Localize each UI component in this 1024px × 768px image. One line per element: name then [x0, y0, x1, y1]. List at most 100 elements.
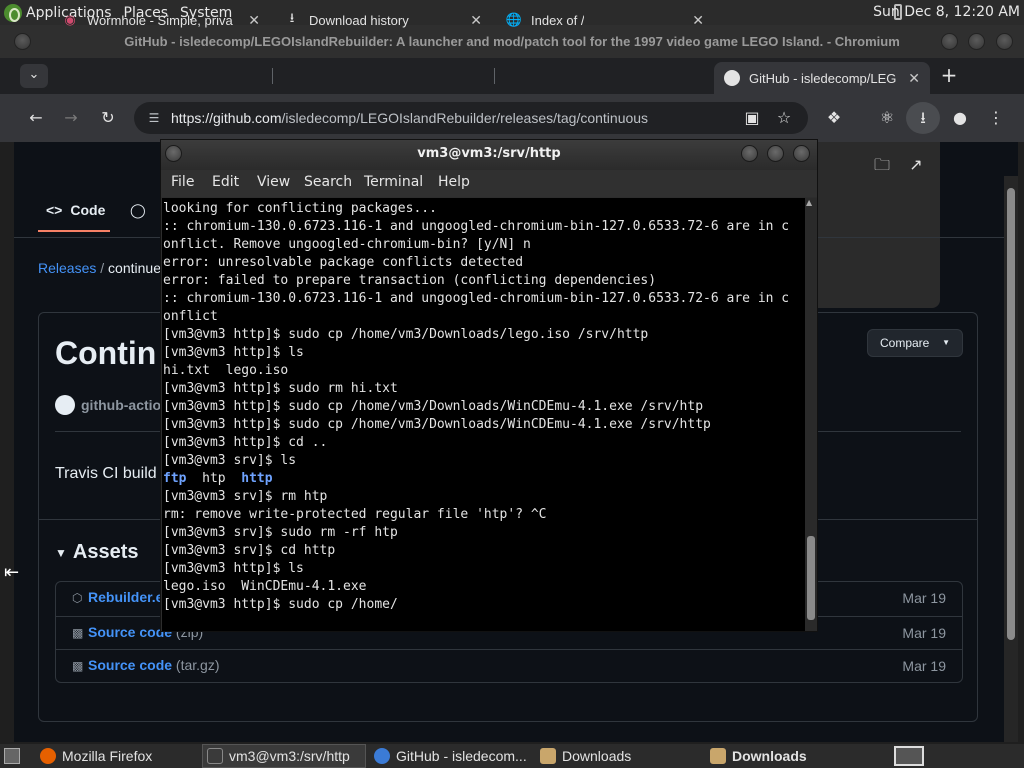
- tab-separator: [494, 68, 495, 84]
- terminal-maximize-button[interactable]: [767, 145, 784, 162]
- site-info-icon[interactable]: ☰: [146, 110, 162, 126]
- task-terminal[interactable]: vm3@vm3:/srv/http: [202, 744, 366, 768]
- show-desktop-icon[interactable]: [4, 748, 20, 764]
- window-menu-button[interactable]: [14, 33, 31, 50]
- bookmark-star-icon[interactable]: ☆: [772, 106, 796, 130]
- labs-flask-icon[interactable]: ⚛: [875, 106, 899, 130]
- tab-download-history[interactable]: ⭳ Download history ✕: [274, 4, 492, 36]
- menu-edit[interactable]: Edit: [212, 174, 239, 190]
- workspace-switcher[interactable]: [894, 746, 924, 766]
- page-scrollbar[interactable]: [1004, 176, 1018, 742]
- taskbar: Mozilla Firefox vm3@vm3:/srv/http GitHub…: [0, 744, 1024, 768]
- breadcrumb-releases-link[interactable]: Releases: [38, 260, 96, 276]
- task-firefox[interactable]: Mozilla Firefox: [36, 744, 198, 768]
- tab-label: GitHub - isledecomp/LEG: [749, 70, 897, 86]
- tab-github[interactable]: GitHub - isledecomp/LEG ✕: [714, 62, 930, 94]
- triangle-down-icon: ▼: [55, 545, 67, 560]
- wormhole-icon: ◉: [64, 12, 76, 27]
- tab-label: Download history: [309, 12, 409, 28]
- resize-cursor-icon: ⇤: [4, 562, 20, 583]
- chromium-icon: [374, 748, 390, 764]
- tab-issues[interactable]: ◯: [130, 202, 146, 219]
- asset-suffix: (tar.gz): [175, 657, 220, 673]
- assets-title: Assets: [72, 541, 139, 563]
- compare-button[interactable]: Compare ▼: [867, 329, 963, 357]
- address-bar[interactable]: https://github.com/isledecomp/LEGOIsland…: [134, 102, 808, 134]
- asset-link[interactable]: Rebuilder.e: [88, 589, 163, 605]
- close-tab-icon[interactable]: ✕: [908, 70, 920, 87]
- task-downloads-2[interactable]: Downloads: [706, 744, 874, 768]
- extensions-icon[interactable]: ❖: [822, 106, 846, 130]
- terminal-menu-button[interactable]: [165, 145, 182, 162]
- scroll-up-icon[interactable]: ▲: [806, 198, 812, 207]
- asset-link[interactable]: Source code (tar.gz): [88, 657, 220, 673]
- terminal-output[interactable]: looking for conflicting packages...:: ch…: [162, 198, 805, 631]
- tab-label: Wormhole - Simple, priva: [87, 12, 233, 28]
- terminal-line: [vm3@vm3 http]$ sudo rm hi.txt: [163, 381, 398, 396]
- compare-label: Compare: [880, 336, 930, 350]
- terminal-line: :: chromium-130.0.6723.116-1 and ungoogl…: [163, 219, 790, 234]
- terminal-scroll-thumb[interactable]: [807, 536, 815, 620]
- release-author[interactable]: github-actio: [55, 395, 161, 415]
- downloads-icon[interactable]: ⭳: [906, 102, 940, 134]
- release-title: Contin: [55, 335, 157, 371]
- assets-toggle[interactable]: ▼ Assets: [55, 541, 139, 564]
- close-tab-icon[interactable]: ✕: [248, 12, 260, 29]
- clock[interactable]: Sun Dec 8, 12:20 AM: [873, 0, 1020, 25]
- close-tab-icon[interactable]: ✕: [692, 12, 704, 29]
- tab-label: Index of /: [531, 12, 585, 28]
- tab-index-of[interactable]: 🌐 Index of / ✕: [496, 4, 714, 36]
- asset-name: Source code: [88, 657, 173, 673]
- terminal-line: [vm3@vm3 srv]$ rm htp: [163, 489, 328, 504]
- folder-icon[interactable]: 🗀: [870, 154, 894, 178]
- maximize-button[interactable]: [968, 33, 985, 50]
- folder-icon: [540, 748, 556, 764]
- author-name: github-actio: [81, 397, 162, 413]
- menu-search[interactable]: Search: [304, 174, 352, 190]
- terminal-window: vm3@vm3:/srv/http File Edit View Search …: [160, 139, 818, 632]
- install-app-icon[interactable]: ▣: [740, 106, 764, 130]
- package-icon: ⬡: [72, 591, 83, 605]
- download-icon: ⭳: [289, 10, 295, 25]
- breadcrumb-current: continue: [108, 260, 161, 276]
- tab-code[interactable]: <> Code: [46, 202, 105, 218]
- profile-icon[interactable]: ●: [948, 106, 972, 130]
- menu-help[interactable]: Help: [438, 174, 470, 190]
- active-tab-underline: [38, 230, 110, 232]
- issues-icon: ◯: [130, 202, 146, 218]
- github-actions-avatar: [55, 395, 75, 415]
- minimize-button[interactable]: [941, 33, 958, 50]
- close-tab-icon[interactable]: ✕: [470, 12, 482, 29]
- terminal-title: vm3@vm3:/srv/http: [161, 140, 817, 170]
- globe-icon: 🌐: [505, 12, 523, 27]
- terminal-line: [vm3@vm3 srv]$ cd http: [163, 543, 336, 558]
- terminal-line: [vm3@vm3 http]$ sudo cp /home/vm3/Downlo…: [163, 327, 649, 342]
- tab-wormhole[interactable]: ◉ Wormhole - Simple, priva ✕: [52, 4, 270, 36]
- tab-code-label: Code: [70, 202, 106, 218]
- menu-kebab-icon[interactable]: ⋮: [984, 106, 1008, 130]
- terminal-line: error: failed to prepare transaction (co…: [163, 273, 657, 288]
- terminal-scrollbar[interactable]: ▲: [805, 198, 817, 631]
- task-downloads-1[interactable]: Downloads: [536, 744, 702, 768]
- menu-terminal[interactable]: Terminal: [364, 174, 423, 190]
- terminal-line: [vm3@vm3 http]$ sudo cp /home/vm3/Downlo…: [163, 399, 704, 414]
- menu-file[interactable]: File: [171, 174, 194, 190]
- terminal-minimize-button[interactable]: [741, 145, 758, 162]
- scroll-thumb[interactable]: [1007, 188, 1015, 640]
- asset-date: Mar 19: [902, 590, 946, 606]
- tab-search-button[interactable]: ⌄: [20, 64, 48, 88]
- new-tab-button[interactable]: +: [937, 64, 961, 88]
- task-label: Downloads: [732, 748, 807, 764]
- reload-button[interactable]: ↻: [96, 106, 120, 130]
- firefox-icon: [40, 748, 56, 764]
- terminal-close-button[interactable]: [793, 145, 810, 162]
- terminal-line: [vm3@vm3 http]$ ls: [163, 561, 304, 576]
- task-chromium[interactable]: GitHub - isledecom...: [370, 744, 532, 768]
- open-external-icon[interactable]: ↗: [904, 154, 928, 178]
- file-zip-icon: ▩: [72, 626, 84, 640]
- back-button[interactable]: ←: [24, 106, 48, 130]
- forward-button[interactable]: →: [59, 106, 83, 130]
- close-window-button[interactable]: [996, 33, 1013, 50]
- menu-view[interactable]: View: [257, 174, 290, 190]
- terminal-line: [vm3@vm3 http]$ ls: [163, 345, 304, 360]
